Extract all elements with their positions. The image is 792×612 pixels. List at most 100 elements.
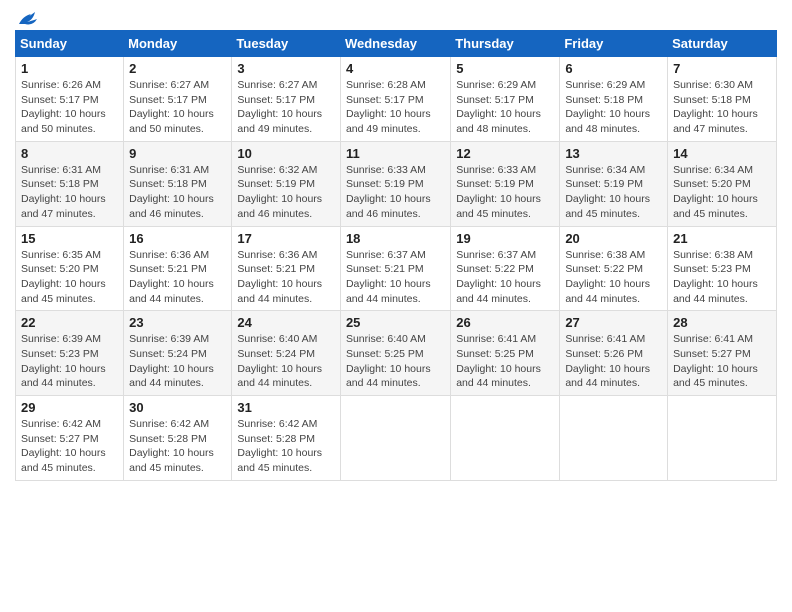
day-detail: Sunrise: 6:30 AM Sunset: 5:18 PM Dayligh… bbox=[673, 78, 771, 137]
day-detail: Sunrise: 6:32 AM Sunset: 5:19 PM Dayligh… bbox=[237, 163, 335, 222]
day-detail: Sunrise: 6:40 AM Sunset: 5:24 PM Dayligh… bbox=[237, 332, 335, 391]
day-detail: Sunrise: 6:36 AM Sunset: 5:21 PM Dayligh… bbox=[129, 248, 226, 307]
day-number: 3 bbox=[237, 61, 335, 76]
day-number: 28 bbox=[673, 315, 771, 330]
day-detail: Sunrise: 6:29 AM Sunset: 5:18 PM Dayligh… bbox=[565, 78, 662, 137]
day-detail: Sunrise: 6:35 AM Sunset: 5:20 PM Dayligh… bbox=[21, 248, 118, 307]
header-tuesday: Tuesday bbox=[232, 31, 341, 57]
page-header bbox=[15, 10, 777, 24]
day-detail: Sunrise: 6:42 AM Sunset: 5:28 PM Dayligh… bbox=[237, 417, 335, 476]
calendar-header: SundayMondayTuesdayWednesdayThursdayFrid… bbox=[16, 31, 777, 57]
day-number: 26 bbox=[456, 315, 554, 330]
day-number: 20 bbox=[565, 231, 662, 246]
calendar-cell: 24 Sunrise: 6:40 AM Sunset: 5:24 PM Dayl… bbox=[232, 311, 341, 396]
header-row: SundayMondayTuesdayWednesdayThursdayFrid… bbox=[16, 31, 777, 57]
day-number: 6 bbox=[565, 61, 662, 76]
day-detail: Sunrise: 6:27 AM Sunset: 5:17 PM Dayligh… bbox=[237, 78, 335, 137]
week-row-1: 1 Sunrise: 6:26 AM Sunset: 5:17 PM Dayli… bbox=[16, 57, 777, 142]
logo-bird-icon bbox=[17, 10, 39, 28]
day-number: 19 bbox=[456, 231, 554, 246]
day-number: 8 bbox=[21, 146, 118, 161]
calendar-cell: 11 Sunrise: 6:33 AM Sunset: 5:19 PM Dayl… bbox=[340, 141, 450, 226]
header-friday: Friday bbox=[560, 31, 668, 57]
day-number: 18 bbox=[346, 231, 445, 246]
day-number: 15 bbox=[21, 231, 118, 246]
day-detail: Sunrise: 6:29 AM Sunset: 5:17 PM Dayligh… bbox=[456, 78, 554, 137]
calendar-cell: 30 Sunrise: 6:42 AM Sunset: 5:28 PM Dayl… bbox=[124, 396, 232, 481]
calendar-cell: 8 Sunrise: 6:31 AM Sunset: 5:18 PM Dayli… bbox=[16, 141, 124, 226]
day-number: 9 bbox=[129, 146, 226, 161]
calendar-cell: 18 Sunrise: 6:37 AM Sunset: 5:21 PM Dayl… bbox=[340, 226, 450, 311]
day-number: 31 bbox=[237, 400, 335, 415]
day-number: 13 bbox=[565, 146, 662, 161]
calendar-cell: 9 Sunrise: 6:31 AM Sunset: 5:18 PM Dayli… bbox=[124, 141, 232, 226]
day-number: 11 bbox=[346, 146, 445, 161]
calendar-cell: 19 Sunrise: 6:37 AM Sunset: 5:22 PM Dayl… bbox=[451, 226, 560, 311]
calendar-cell: 28 Sunrise: 6:41 AM Sunset: 5:27 PM Dayl… bbox=[668, 311, 777, 396]
day-detail: Sunrise: 6:34 AM Sunset: 5:20 PM Dayligh… bbox=[673, 163, 771, 222]
calendar-cell: 4 Sunrise: 6:28 AM Sunset: 5:17 PM Dayli… bbox=[340, 57, 450, 142]
calendar-cell: 17 Sunrise: 6:36 AM Sunset: 5:21 PM Dayl… bbox=[232, 226, 341, 311]
day-detail: Sunrise: 6:42 AM Sunset: 5:28 PM Dayligh… bbox=[129, 417, 226, 476]
day-detail: Sunrise: 6:39 AM Sunset: 5:24 PM Dayligh… bbox=[129, 332, 226, 391]
calendar-cell: 16 Sunrise: 6:36 AM Sunset: 5:21 PM Dayl… bbox=[124, 226, 232, 311]
day-number: 16 bbox=[129, 231, 226, 246]
day-detail: Sunrise: 6:37 AM Sunset: 5:21 PM Dayligh… bbox=[346, 248, 445, 307]
calendar-cell: 20 Sunrise: 6:38 AM Sunset: 5:22 PM Dayl… bbox=[560, 226, 668, 311]
day-number: 1 bbox=[21, 61, 118, 76]
day-number: 12 bbox=[456, 146, 554, 161]
calendar-cell: 14 Sunrise: 6:34 AM Sunset: 5:20 PM Dayl… bbox=[668, 141, 777, 226]
day-detail: Sunrise: 6:36 AM Sunset: 5:21 PM Dayligh… bbox=[237, 248, 335, 307]
day-number: 2 bbox=[129, 61, 226, 76]
calendar-cell: 7 Sunrise: 6:30 AM Sunset: 5:18 PM Dayli… bbox=[668, 57, 777, 142]
day-detail: Sunrise: 6:28 AM Sunset: 5:17 PM Dayligh… bbox=[346, 78, 445, 137]
calendar-cell: 13 Sunrise: 6:34 AM Sunset: 5:19 PM Dayl… bbox=[560, 141, 668, 226]
logo bbox=[15, 10, 39, 24]
calendar-cell: 27 Sunrise: 6:41 AM Sunset: 5:26 PM Dayl… bbox=[560, 311, 668, 396]
day-detail: Sunrise: 6:41 AM Sunset: 5:26 PM Dayligh… bbox=[565, 332, 662, 391]
day-detail: Sunrise: 6:37 AM Sunset: 5:22 PM Dayligh… bbox=[456, 248, 554, 307]
day-detail: Sunrise: 6:33 AM Sunset: 5:19 PM Dayligh… bbox=[456, 163, 554, 222]
calendar-cell bbox=[451, 396, 560, 481]
calendar-cell: 23 Sunrise: 6:39 AM Sunset: 5:24 PM Dayl… bbox=[124, 311, 232, 396]
header-sunday: Sunday bbox=[16, 31, 124, 57]
week-row-2: 8 Sunrise: 6:31 AM Sunset: 5:18 PM Dayli… bbox=[16, 141, 777, 226]
calendar-cell: 2 Sunrise: 6:27 AM Sunset: 5:17 PM Dayli… bbox=[124, 57, 232, 142]
header-thursday: Thursday bbox=[451, 31, 560, 57]
day-number: 23 bbox=[129, 315, 226, 330]
day-detail: Sunrise: 6:26 AM Sunset: 5:17 PM Dayligh… bbox=[21, 78, 118, 137]
day-number: 27 bbox=[565, 315, 662, 330]
calendar-cell: 29 Sunrise: 6:42 AM Sunset: 5:27 PM Dayl… bbox=[16, 396, 124, 481]
day-number: 10 bbox=[237, 146, 335, 161]
day-number: 7 bbox=[673, 61, 771, 76]
calendar-cell: 6 Sunrise: 6:29 AM Sunset: 5:18 PM Dayli… bbox=[560, 57, 668, 142]
calendar-cell: 25 Sunrise: 6:40 AM Sunset: 5:25 PM Dayl… bbox=[340, 311, 450, 396]
calendar-cell: 3 Sunrise: 6:27 AM Sunset: 5:17 PM Dayli… bbox=[232, 57, 341, 142]
day-number: 17 bbox=[237, 231, 335, 246]
day-number: 4 bbox=[346, 61, 445, 76]
day-detail: Sunrise: 6:31 AM Sunset: 5:18 PM Dayligh… bbox=[21, 163, 118, 222]
calendar-cell: 21 Sunrise: 6:38 AM Sunset: 5:23 PM Dayl… bbox=[668, 226, 777, 311]
week-row-3: 15 Sunrise: 6:35 AM Sunset: 5:20 PM Dayl… bbox=[16, 226, 777, 311]
day-detail: Sunrise: 6:41 AM Sunset: 5:27 PM Dayligh… bbox=[673, 332, 771, 391]
day-number: 29 bbox=[21, 400, 118, 415]
day-number: 25 bbox=[346, 315, 445, 330]
day-detail: Sunrise: 6:39 AM Sunset: 5:23 PM Dayligh… bbox=[21, 332, 118, 391]
day-number: 21 bbox=[673, 231, 771, 246]
calendar-cell bbox=[560, 396, 668, 481]
day-detail: Sunrise: 6:27 AM Sunset: 5:17 PM Dayligh… bbox=[129, 78, 226, 137]
calendar-cell: 15 Sunrise: 6:35 AM Sunset: 5:20 PM Dayl… bbox=[16, 226, 124, 311]
day-detail: Sunrise: 6:40 AM Sunset: 5:25 PM Dayligh… bbox=[346, 332, 445, 391]
day-number: 24 bbox=[237, 315, 335, 330]
calendar-cell: 10 Sunrise: 6:32 AM Sunset: 5:19 PM Dayl… bbox=[232, 141, 341, 226]
calendar-cell: 5 Sunrise: 6:29 AM Sunset: 5:17 PM Dayli… bbox=[451, 57, 560, 142]
calendar-cell: 12 Sunrise: 6:33 AM Sunset: 5:19 PM Dayl… bbox=[451, 141, 560, 226]
header-wednesday: Wednesday bbox=[340, 31, 450, 57]
day-detail: Sunrise: 6:33 AM Sunset: 5:19 PM Dayligh… bbox=[346, 163, 445, 222]
header-monday: Monday bbox=[124, 31, 232, 57]
calendar-cell bbox=[668, 396, 777, 481]
day-number: 5 bbox=[456, 61, 554, 76]
week-row-4: 22 Sunrise: 6:39 AM Sunset: 5:23 PM Dayl… bbox=[16, 311, 777, 396]
header-saturday: Saturday bbox=[668, 31, 777, 57]
day-detail: Sunrise: 6:38 AM Sunset: 5:22 PM Dayligh… bbox=[565, 248, 662, 307]
